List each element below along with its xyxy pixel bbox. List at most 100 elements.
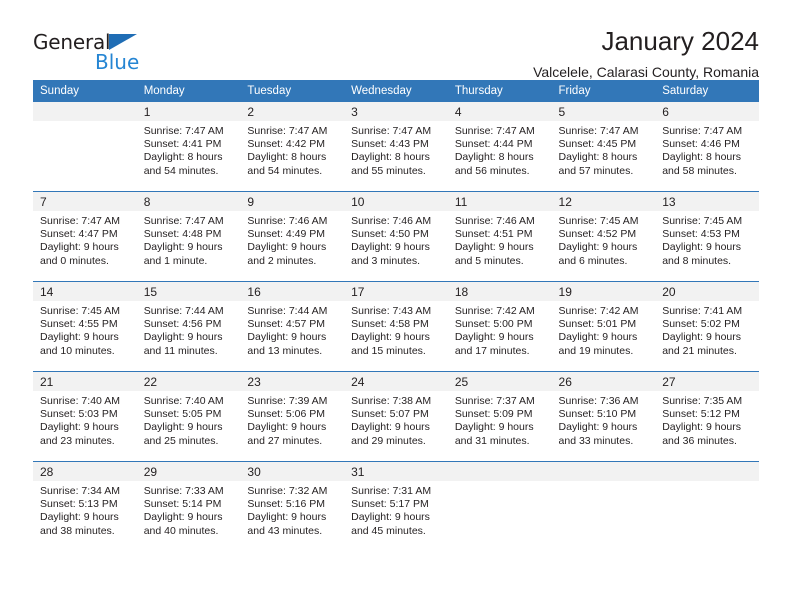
day-sunrise-text: Sunrise: 7:44 AM (247, 305, 328, 317)
calendar-day-cell[interactable]: 6 Sunrise: 7:47 AM Sunset: 4:46 PM Daylight… (655, 102, 759, 192)
calendar-day-cell[interactable]: 7 Sunrise: 7:47 AM Sunset: 4:47 PM Daylight… (33, 191, 137, 282)
day-daylight-line1-text: Daylight: 9 hours (558, 421, 638, 434)
calendar-day-cell[interactable]: 28 Sunrise: 7:34 AM Sunset: 5:13 PM Dayligh… (33, 461, 137, 551)
calendar-day-cell[interactable]: 24 Sunrise: 7:38 AM Sunset: 5:07 PM Dayligh… (344, 371, 448, 462)
day-sunset-text: Sunset: 5:14 PM (143, 498, 222, 511)
calendar-day-cell[interactable]: 23 Sunrise: 7:39 AM Sunset: 5:06 PM Dayligh… (240, 371, 345, 462)
day-daylight-line2-text: and 1 minute. (143, 254, 208, 267)
day-sunrise-text: Sunrise: 7:42 AM (558, 305, 639, 317)
day-number: 31 (344, 462, 448, 481)
day-daylight-line2-text: and 5 minutes. (454, 254, 524, 267)
day-sunset-text: Sunset: 4:57 PM (247, 318, 326, 331)
day-number (655, 462, 759, 481)
day-sunset-text: Sunset: 4:43 PM (351, 138, 429, 151)
calendar-day-cell[interactable]: 20 Sunrise: 7:41 AM Sunset: 5:02 PM Dayligh… (655, 281, 759, 372)
calendar-day-cell[interactable]: 15 Sunrise: 7:44 AM Sunset: 4:56 PM Dayligh… (136, 281, 241, 372)
day-cell-content: 2 Sunrise: 7:47 AM Sunset: 4:42 PM Daylight… (240, 102, 345, 191)
calendar-day-cell (447, 461, 552, 551)
day-daylight-line1-text: Daylight: 9 hours (351, 511, 430, 524)
day-daylight-line2-text: and 43 minutes. (247, 524, 323, 537)
calendar-day-cell[interactable]: 12 Sunrise: 7:45 AM Sunset: 4:52 PM Dayligh… (551, 191, 656, 282)
day-daylight-line2-text: and 55 minutes. (351, 164, 426, 177)
day-number: 27 (655, 372, 759, 391)
calendar-day-cell[interactable]: 18 Sunrise: 7:42 AM Sunset: 5:00 PM Dayligh… (447, 281, 552, 372)
calendar-day-cell[interactable]: 9 Sunrise: 7:46 AM Sunset: 4:49 PM Daylight… (240, 191, 345, 282)
day-sunset-text: Sunset: 5:02 PM (662, 318, 740, 331)
day-daylight-line1-text: Daylight: 9 hours (662, 421, 742, 434)
logo-triangle-icon (109, 34, 137, 50)
day-cell-content: 3 Sunrise: 7:47 AM Sunset: 4:43 PM Daylight… (344, 102, 448, 191)
day-sunrise-text: Sunrise: 7:47 AM (351, 125, 432, 137)
calendar-day-cell (551, 461, 656, 551)
day-cell-content: 8 Sunrise: 7:47 AM Sunset: 4:48 PM Daylight… (136, 192, 241, 281)
day-sun-info: Sunrise: 7:33 AM Sunset: 5:14 PM Daylight:… (137, 481, 241, 538)
calendar-day-cell[interactable]: 10 Sunrise: 7:46 AM Sunset: 4:50 PM Dayligh… (344, 191, 448, 282)
calendar-day-cell[interactable]: 31 Sunrise: 7:31 AM Sunset: 5:17 PM Dayligh… (344, 461, 448, 551)
title-block: January 2024 Valcelele, Calarasi County,… (533, 27, 759, 80)
calendar-day-cell[interactable]: 29 Sunrise: 7:33 AM Sunset: 5:14 PM Dayligh… (136, 461, 241, 551)
day-sunrise-text: Sunrise: 7:33 AM (143, 485, 224, 497)
day-sunset-text: Sunset: 5:12 PM (662, 408, 740, 421)
day-number: 19 (551, 282, 656, 301)
day-cell-content: 24 Sunrise: 7:38 AM Sunset: 5:07 PM Dayligh… (344, 372, 448, 461)
calendar-day-cell[interactable]: 26 Sunrise: 7:36 AM Sunset: 5:10 PM Dayligh… (551, 371, 656, 462)
day-cell-content: 16 Sunrise: 7:44 AM Sunset: 4:57 PM Dayligh… (240, 282, 345, 371)
day-sunrise-text: Sunrise: 7:41 AM (662, 305, 743, 317)
day-sun-info: Sunrise: 7:45 AM Sunset: 4:53 PM Daylight:… (655, 211, 759, 268)
calendar-day-cell[interactable]: 1 Sunrise: 7:47 AM Sunset: 4:41 PM Daylight… (136, 102, 241, 192)
day-number: 6 (655, 102, 759, 121)
day-sun-info: Sunrise: 7:39 AM Sunset: 5:06 PM Daylight:… (240, 391, 344, 448)
day-sun-info: Sunrise: 7:31 AM Sunset: 5:17 PM Daylight:… (344, 481, 448, 538)
day-sun-info: Sunrise: 7:40 AM Sunset: 5:05 PM Daylight:… (137, 391, 241, 448)
day-sunset-text: Sunset: 5:09 PM (454, 408, 533, 421)
weekday-header-thursday: Thursday (447, 80, 552, 102)
day-sunrise-text: Sunrise: 7:46 AM (247, 215, 328, 227)
calendar-week-row: 1 Sunrise: 7:47 AM Sunset: 4:41 PM Daylight… (33, 102, 759, 192)
calendar-day-cell[interactable]: 2 Sunrise: 7:47 AM Sunset: 4:42 PM Daylight… (240, 102, 345, 192)
calendar-day-cell[interactable]: 3 Sunrise: 7:47 AM Sunset: 4:43 PM Daylight… (344, 102, 448, 192)
day-daylight-line1-text: Daylight: 9 hours (247, 241, 327, 254)
calendar-day-cell[interactable]: 11 Sunrise: 7:46 AM Sunset: 4:51 PM Dayligh… (447, 191, 552, 282)
day-daylight-line1-text: Daylight: 9 hours (40, 511, 119, 524)
calendar-day-cell[interactable]: 16 Sunrise: 7:44 AM Sunset: 4:57 PM Dayligh… (240, 281, 345, 372)
day-sunrise-text: Sunrise: 7:47 AM (40, 215, 120, 227)
day-number: 4 (447, 102, 552, 121)
day-daylight-line1-text: Daylight: 9 hours (40, 421, 119, 434)
day-sun-info: Sunrise: 7:36 AM Sunset: 5:10 PM Daylight:… (552, 391, 656, 448)
general-blue-logo[interactable]: General Blue (33, 28, 163, 78)
day-daylight-line2-text: and 31 minutes. (454, 434, 530, 447)
day-daylight-line1-text: Daylight: 9 hours (143, 421, 223, 434)
calendar-day-cell[interactable]: 30 Sunrise: 7:32 AM Sunset: 5:16 PM Dayligh… (240, 461, 345, 551)
day-sunset-text: Sunset: 5:16 PM (247, 498, 326, 511)
calendar-day-cell[interactable]: 22 Sunrise: 7:40 AM Sunset: 5:05 PM Dayligh… (136, 371, 241, 462)
day-sun-info: Sunrise: 7:47 AM Sunset: 4:47 PM Daylight:… (33, 211, 137, 268)
weekday-header-monday: Monday (136, 80, 241, 102)
day-sunrise-text: Sunrise: 7:45 AM (662, 215, 743, 227)
calendar-day-cell[interactable]: 8 Sunrise: 7:47 AM Sunset: 4:48 PM Daylight… (136, 191, 241, 282)
day-sun-info: Sunrise: 7:46 AM Sunset: 4:51 PM Daylight:… (448, 211, 552, 268)
day-cell-content: 31 Sunrise: 7:31 AM Sunset: 5:17 PM Dayligh… (344, 462, 448, 551)
day-number: 1 (136, 102, 241, 121)
calendar-day-cell[interactable]: 19 Sunrise: 7:42 AM Sunset: 5:01 PM Dayligh… (551, 281, 656, 372)
calendar-day-cell[interactable]: 17 Sunrise: 7:43 AM Sunset: 4:58 PM Dayligh… (344, 281, 448, 372)
day-sunrise-text: Sunrise: 7:40 AM (40, 395, 120, 407)
day-sunset-text: Sunset: 4:44 PM (454, 138, 533, 151)
day-sunset-text: Sunset: 4:41 PM (143, 138, 222, 151)
day-daylight-line1-text: Daylight: 8 hours (351, 151, 430, 164)
day-daylight-line2-text: and 8 minutes. (662, 254, 732, 267)
calendar-day-cell[interactable]: 14 Sunrise: 7:45 AM Sunset: 4:55 PM Dayligh… (33, 281, 137, 372)
calendar-day-cell[interactable]: 25 Sunrise: 7:37 AM Sunset: 5:09 PM Dayligh… (447, 371, 552, 462)
day-daylight-line1-text: Daylight: 9 hours (662, 331, 742, 344)
calendar-day-cell[interactable]: 13 Sunrise: 7:45 AM Sunset: 4:53 PM Dayligh… (655, 191, 759, 282)
day-cell-content: 10 Sunrise: 7:46 AM Sunset: 4:50 PM Dayligh… (344, 192, 448, 281)
day-cell-content: 12 Sunrise: 7:45 AM Sunset: 4:52 PM Dayligh… (551, 192, 656, 281)
calendar-day-cell[interactable]: 21 Sunrise: 7:40 AM Sunset: 5:03 PM Dayligh… (33, 371, 137, 462)
weekday-header-tuesday: Tuesday (240, 80, 345, 102)
day-sunset-text: Sunset: 4:55 PM (40, 318, 118, 331)
day-daylight-line2-text: and 19 minutes. (558, 344, 634, 357)
day-sun-info: Sunrise: 7:47 AM Sunset: 4:44 PM Daylight:… (448, 121, 552, 178)
calendar-day-cell[interactable]: 4 Sunrise: 7:47 AM Sunset: 4:44 PM Daylight… (447, 102, 552, 192)
calendar-day-cell[interactable]: 5 Sunrise: 7:47 AM Sunset: 4:45 PM Daylight… (551, 102, 656, 192)
day-number: 29 (136, 462, 241, 481)
calendar-day-cell[interactable]: 27 Sunrise: 7:35 AM Sunset: 5:12 PM Dayligh… (655, 371, 759, 462)
